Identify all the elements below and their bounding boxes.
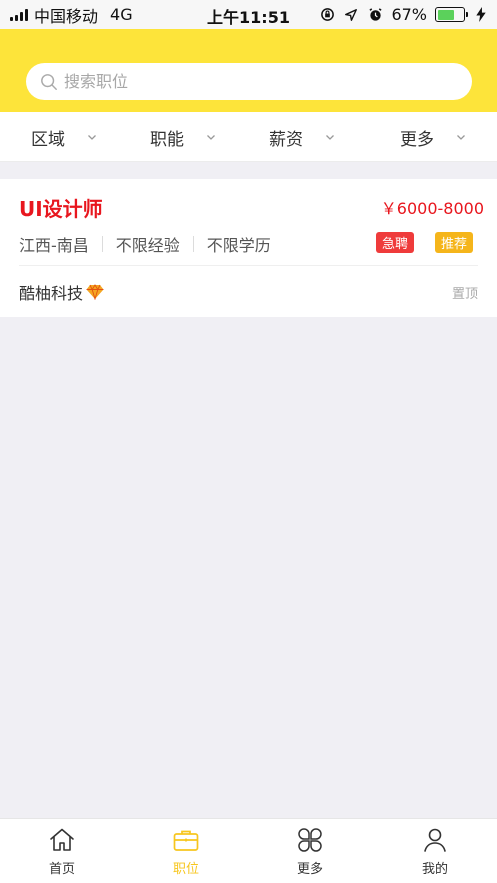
chevron-down-icon [457,135,465,140]
home-icon [50,828,74,851]
tab-label: 更多 [296,862,323,877]
tab-label: 职位 [172,862,199,877]
filter-label: 薪资 [269,129,303,150]
filter-label: 区域 [31,129,65,150]
card-divider [19,265,478,266]
filter-salary[interactable]: 薪资 [269,112,335,162]
search-icon [41,73,57,90]
filter-label: 更多 [400,129,434,150]
job-salary: ￥6000-8000 [380,199,484,218]
filter-region[interactable]: 区域 [31,112,97,162]
company-row: 酷柚科技 [19,280,104,304]
alarm-icon [367,7,383,23]
tab-profile[interactable]: 我的 [373,819,497,883]
charging-icon [473,7,489,23]
rotation-lock-icon [319,7,335,23]
tag-urgent: 急聘 [376,232,415,253]
search-input[interactable] [64,72,444,91]
clover-grid-icon [298,828,322,852]
tab-bar: 首页 职位 更多 我的 [0,818,497,883]
user-icon [424,828,446,852]
meta-divider [101,236,103,252]
chevron-down-icon [88,135,96,140]
diamond-icon [86,284,104,300]
job-title: UI设计师 [19,197,103,221]
app-screen: 中国移动 4G 上午11:51 67% 搜索职位 区域 职能 薪资 更多 UI设… [0,0,497,883]
header [0,29,497,112]
filter-label: 职能 [150,129,184,150]
job-meta: 江西-南昌 不限经验 不限学历 [19,232,271,256]
tag-recommend: 推荐 [435,232,474,253]
job-location: 江西-南昌 [19,236,89,255]
job-experience: 不限经验 [115,236,180,255]
chevron-down-icon [207,135,215,140]
filter-function[interactable]: 职能 [150,112,216,162]
job-education: 不限学历 [206,236,271,255]
search-bar[interactable] [26,63,472,100]
battery-icon [435,7,468,22]
company-name: 酷柚科技 [19,284,84,303]
status-bar: 中国移动 4G 上午11:51 67% [0,0,497,29]
meta-divider [192,236,194,252]
filter-more[interactable]: 更多 [400,112,466,162]
location-icon [343,7,359,23]
tab-jobs[interactable]: 职位 [124,819,248,883]
tab-label: 首页 [48,862,75,877]
tab-label: 我的 [421,862,448,877]
tab-home[interactable]: 首页 [0,819,124,883]
briefcase-icon [173,830,199,851]
status-right: 67% [319,0,489,29]
pin-top-button[interactable]: 置顶 [452,283,478,302]
battery-percent: 67% [391,5,427,24]
chevron-down-icon [326,135,334,140]
filter-bar: 区域 职能 薪资 更多 [0,112,497,162]
job-card[interactable]: UI设计师 ￥6000-8000 江西-南昌 不限经验 不限学历 急聘 推荐 酷… [0,179,497,317]
tab-more[interactable]: 更多 [248,819,372,883]
